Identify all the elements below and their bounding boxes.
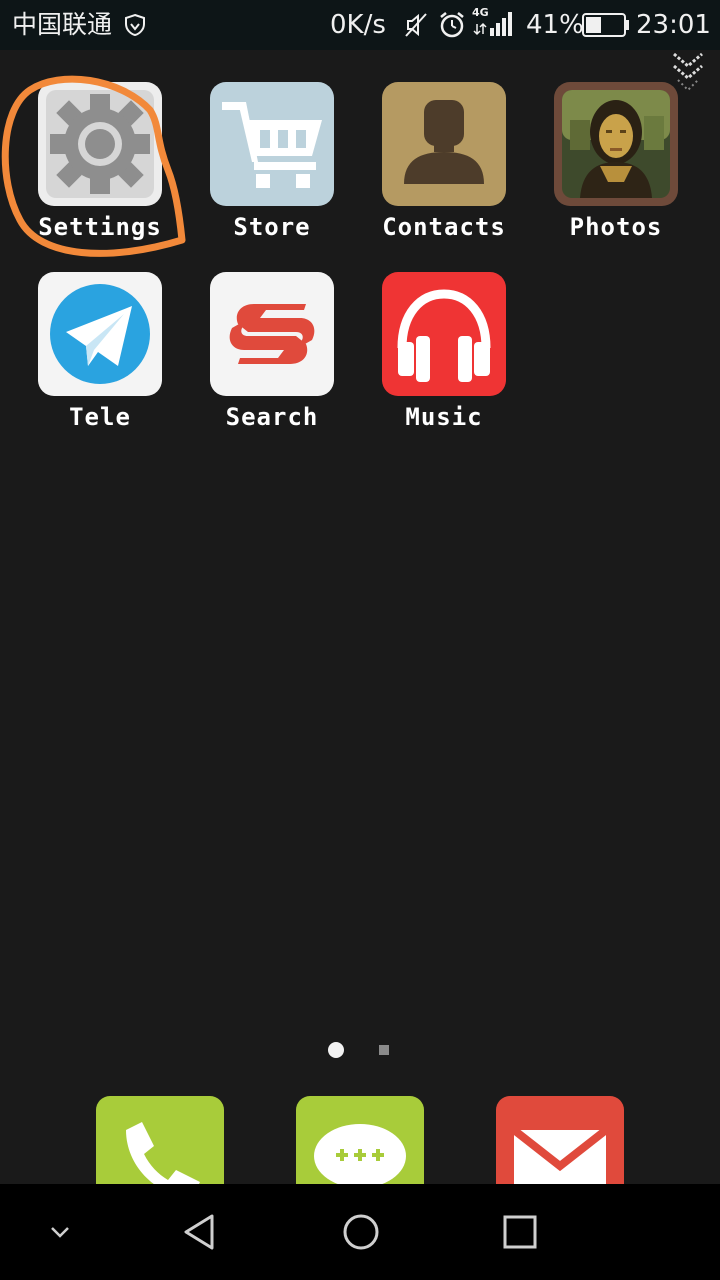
app-music[interactable]: Music [364, 270, 524, 440]
app-settings[interactable]: Settings [20, 80, 180, 250]
app-contacts[interactable]: Contacts [364, 80, 524, 250]
messages-icon [296, 1096, 424, 1184]
app-label: Tele [69, 403, 131, 431]
mute-icon [405, 13, 427, 37]
carrier-name: 中国联通 [12, 10, 113, 39]
home-screen: 中国联通 0K/s 4G 41% 23:01 Settings Store Co… [0, 0, 720, 1280]
app-store[interactable]: Store [192, 80, 352, 250]
mail-icon [496, 1096, 624, 1184]
shield-icon [125, 13, 145, 37]
dock-mail[interactable] [496, 1096, 624, 1184]
battery-icon [582, 13, 629, 37]
signal-icon: 4G [472, 6, 516, 40]
page-dot-inactive[interactable] [378, 1044, 390, 1056]
app-label: Music [405, 403, 483, 431]
navigation-bar [0, 1184, 720, 1280]
app-label: Photos [569, 213, 663, 241]
settings-gear-icon [38, 82, 162, 206]
app-photos[interactable]: Photos [536, 80, 696, 250]
mona-lisa-photo-icon [554, 82, 678, 206]
app-label: Store [233, 213, 311, 241]
status-bar: 中国联通 0K/s 4G 41% 23:01 [0, 0, 720, 50]
app-tele[interactable]: Tele [20, 270, 180, 440]
back-icon[interactable] [180, 1212, 220, 1252]
telegram-plane-icon [38, 272, 162, 396]
dock-messages[interactable] [296, 1096, 424, 1184]
clock: 23:01 [636, 10, 711, 40]
phone-icon [96, 1096, 224, 1184]
dock-phone[interactable] [96, 1096, 224, 1184]
network-speed: 0K/s [330, 10, 386, 40]
contact-person-icon [382, 82, 506, 206]
alarm-icon [440, 12, 464, 38]
headphones-icon [382, 272, 506, 396]
home-icon[interactable] [341, 1212, 381, 1252]
shopping-cart-icon [210, 82, 334, 206]
battery-percent: 41% [526, 10, 584, 40]
app-search[interactable]: Search [192, 270, 352, 440]
search-s-icon [210, 272, 334, 396]
collapse-icon[interactable] [46, 1218, 74, 1246]
recents-icon[interactable] [502, 1214, 538, 1250]
app-label: Settings [38, 213, 162, 241]
page-dot-active[interactable] [326, 1040, 346, 1060]
app-label: Contacts [382, 213, 506, 241]
app-label: Search [225, 403, 319, 431]
